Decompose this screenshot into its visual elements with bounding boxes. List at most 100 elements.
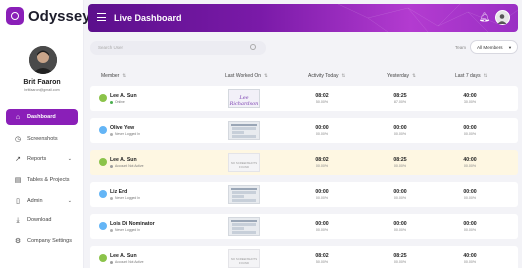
activity-today-value: 00:00 bbox=[315, 189, 329, 195]
member-avatar bbox=[99, 254, 107, 262]
table-row[interactable]: Liz Erd Never Logged In 00:00 00.00% 00:… bbox=[90, 182, 518, 207]
team-label: Team bbox=[455, 45, 467, 50]
profile-email: britfaaron@gmail.com bbox=[24, 88, 60, 92]
member-status-text: Never Logged In bbox=[115, 132, 141, 136]
bell-icon[interactable]: 🔔︎ bbox=[479, 12, 490, 23]
member-name[interactable]: Lee A. Sun bbox=[110, 93, 137, 99]
table-row[interactable]: Lois Di Nominator Never Logged In 00:00 … bbox=[90, 214, 518, 239]
screenshot-thumbnail[interactable] bbox=[228, 217, 260, 236]
brand[interactable]: Odyssey bbox=[6, 7, 91, 25]
member-name[interactable]: Lois Di Nominator bbox=[110, 221, 155, 227]
chevron-down-icon: ▼ bbox=[508, 45, 512, 50]
last-7-days-value: 00:00 bbox=[463, 125, 477, 131]
activity-today-value: 00:00 bbox=[315, 125, 329, 131]
member-avatar bbox=[99, 126, 107, 134]
nav-tables-projects[interactable]: ▤ Tables & Projects bbox=[6, 172, 78, 188]
member-status: Never Logged In bbox=[110, 132, 140, 136]
sort-icon: ⇅ bbox=[264, 73, 268, 78]
member-status-text: Account Not Active bbox=[115, 164, 144, 168]
member-avatar bbox=[99, 94, 107, 102]
column-header-last-worked[interactable]: Last Worked On ⇅ bbox=[225, 73, 268, 79]
member-name[interactable]: Olive Yew bbox=[110, 125, 134, 131]
activity-today-percent: 00.00% bbox=[315, 132, 329, 136]
team-select[interactable]: All Members ▼ bbox=[470, 40, 518, 54]
activity-today-percent: 00.00% bbox=[315, 164, 329, 168]
nav-admin[interactable]: ▯ Admin ⌄ bbox=[6, 193, 78, 209]
member-name[interactable]: Lee A. Sun bbox=[110, 253, 137, 259]
column-header-yesterday[interactable]: Yesterday ⇅ bbox=[387, 73, 416, 79]
odyssey-logo-icon bbox=[6, 7, 24, 25]
last-7-days-percent: 00.00% bbox=[463, 164, 477, 168]
last-7-days-percent: 00.00% bbox=[463, 260, 477, 264]
download-icon: ⤓ bbox=[16, 216, 20, 224]
no-screenshot-placeholder: NO SCREENSHOTS FOUND bbox=[228, 153, 260, 172]
header-bar: Live Dashboard 🔔︎ bbox=[88, 4, 518, 32]
table-row[interactable]: Olive Yew Never Logged In 00:00 00.00% 0… bbox=[90, 118, 518, 143]
activity-today-percent: 50.00% bbox=[315, 100, 329, 104]
nav-download[interactable]: ⤓ Download bbox=[6, 212, 78, 228]
screenshot-thumbnail[interactable]: Lee Richardson bbox=[228, 89, 260, 108]
last-7-days-value: 00:00 bbox=[463, 189, 477, 195]
nav-label: Company Settings bbox=[27, 238, 72, 244]
nav-label: Tables & Projects bbox=[27, 177, 70, 183]
activity-today-percent: 00.00% bbox=[315, 228, 329, 232]
last-7-days-percent: 00.00% bbox=[463, 132, 477, 136]
column-header-label: Last Worked On bbox=[225, 73, 262, 79]
column-header-label: Activity Today bbox=[308, 73, 339, 79]
last-7-days-percent: 00.00% bbox=[463, 228, 477, 232]
activity-today-percent: 00.00% bbox=[315, 196, 329, 200]
sort-icon: ⇅ bbox=[341, 73, 346, 78]
nav-company-settings[interactable]: ⚙ Company Settings bbox=[6, 233, 78, 249]
yesterday-value: 00:00 bbox=[393, 125, 407, 131]
profile-avatar[interactable] bbox=[29, 46, 57, 74]
screenshot-thumbnail[interactable] bbox=[228, 121, 260, 140]
column-header-member[interactable]: Member ⇅ bbox=[101, 73, 126, 79]
yesterday-value: 08:25 bbox=[393, 253, 407, 259]
chevron-down-icon: ⌄ bbox=[67, 156, 72, 162]
yesterday-percent: 00.00% bbox=[393, 260, 407, 264]
nav-dashboard[interactable]: ⌂ Dashboard bbox=[6, 109, 78, 125]
status-dot-icon bbox=[110, 260, 113, 264]
nav-screenshots[interactable]: ◷ Screenshots bbox=[6, 131, 78, 147]
yesterday-value: 00:00 bbox=[393, 221, 407, 227]
brand-name: Odyssey bbox=[28, 7, 91, 25]
yesterday-value: 00:00 bbox=[393, 189, 407, 195]
column-header-label: Yesterday bbox=[387, 73, 410, 79]
last-7-days-value: 40:00 bbox=[463, 93, 477, 99]
member-status: Never Logged In bbox=[110, 228, 140, 232]
document-icon: ▯ bbox=[16, 197, 20, 205]
table-row[interactable]: Lee A. Sun Account Not Active NO SCREENS… bbox=[90, 150, 518, 175]
no-screenshot-placeholder: NO SCREENSHOTS FOUND bbox=[228, 249, 260, 268]
table-row[interactable]: Lee A. Sun Online Lee Richardson 08:02 5… bbox=[90, 86, 518, 111]
screenshot-thumbnail[interactable] bbox=[228, 185, 260, 204]
status-dot-icon bbox=[110, 164, 113, 168]
header-avatar[interactable] bbox=[495, 10, 510, 25]
column-header-label: Member bbox=[101, 73, 120, 79]
yesterday-percent: 00.00% bbox=[393, 228, 407, 232]
member-name[interactable]: Liz Erd bbox=[110, 189, 127, 195]
member-status: Account Not Active bbox=[110, 164, 143, 168]
search-placeholder: Search User bbox=[98, 45, 124, 50]
nav-label: Admin bbox=[27, 198, 43, 204]
nav-reports[interactable]: ↗ Reports ⌄ bbox=[6, 151, 78, 167]
activity-today-value: 08:02 bbox=[315, 253, 329, 259]
page-title: Live Dashboard bbox=[114, 13, 182, 23]
nav-label: Screenshots bbox=[27, 136, 58, 142]
clock-icon: ◷ bbox=[14, 135, 22, 143]
menu-icon[interactable] bbox=[97, 13, 106, 22]
member-status-text: Account Not Active bbox=[115, 260, 144, 264]
member-status: Never Logged In bbox=[110, 196, 140, 200]
member-status-text: Never Logged In bbox=[115, 196, 141, 200]
activity-today-percent: 50.00% bbox=[315, 260, 329, 264]
team-select-value: All Members bbox=[477, 45, 503, 50]
search-input[interactable]: Search User bbox=[90, 41, 266, 55]
member-name[interactable]: Lee A. Sun bbox=[110, 157, 137, 163]
column-header-last-7-days[interactable]: Last 7 days ⇅ bbox=[455, 73, 487, 79]
yesterday-percent: 00.00% bbox=[393, 132, 407, 136]
yesterday-value: 08:25 bbox=[393, 157, 407, 163]
column-header-activity-today[interactable]: Activity Today ⇅ bbox=[308, 73, 345, 79]
table-row[interactable]: Lee A. Sun Account Not Active NO SCREENS… bbox=[90, 246, 518, 268]
member-status-text: Never Logged In bbox=[115, 228, 141, 232]
activity-today-value: 08:02 bbox=[315, 157, 329, 163]
nav-label: Reports bbox=[27, 156, 47, 162]
